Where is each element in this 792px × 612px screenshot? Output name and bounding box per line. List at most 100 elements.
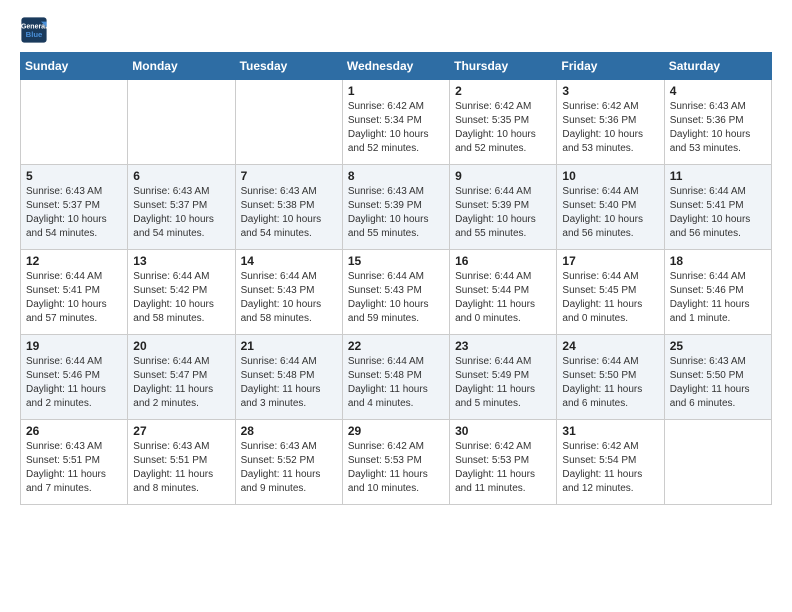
calendar-cell: 15 Sunrise: 6:44 AM Sunset: 5:43 PM Dayli… xyxy=(342,250,449,335)
day-info: Sunrise: 6:44 AM Sunset: 5:48 PM Dayligh… xyxy=(241,355,337,411)
calendar-row-4: 19Sunrise: 6:44 AM Sunset: 5:46 PM Dayli… xyxy=(21,335,772,420)
calendar-cell: 7 Sunrise: 6:43 AM Sunset: 5:38 PM Daylig… xyxy=(235,165,342,250)
day-number: 7 xyxy=(241,169,337,183)
calendar-cell: 24Sunrise: 6:44 AM Sunset: 5:50 PM Dayli… xyxy=(557,335,664,420)
calendar-cell: 22 Sunrise: 6:44 AM Sunset: 5:48 PM Dayli… xyxy=(342,335,449,420)
day-info: Sunrise: 6:43 AM Sunset: 5:51 PM Dayligh… xyxy=(26,440,122,496)
day-number: 23 xyxy=(455,339,551,353)
header: General Blue xyxy=(20,16,772,44)
logo: General Blue xyxy=(20,16,48,44)
calendar-cell xyxy=(128,80,235,165)
calendar-cell: 29 Sunrise: 6:42 AM Sunset: 5:53 PM Dayli… xyxy=(342,420,449,505)
day-info: Sunrise: 6:42 AM Sunset: 5:53 PM Dayligh… xyxy=(455,440,551,496)
page-container: General Blue SundayMondayTuesdayWednesda… xyxy=(0,0,792,517)
day-number: 30 xyxy=(455,424,551,438)
weekday-header-monday: Monday xyxy=(128,53,235,80)
calendar-cell: 12 Sunrise: 6:44 AM Sunset: 5:41 PM Dayli… xyxy=(21,250,128,335)
day-info: Sunrise: 6:44 AM Sunset: 5:44 PM Dayligh… xyxy=(455,270,551,326)
day-number: 28 xyxy=(241,424,337,438)
day-info: Sunrise: 6:43 AM Sunset: 5:52 PM Dayligh… xyxy=(241,440,337,496)
calendar-cell: 30 Sunrise: 6:42 AM Sunset: 5:53 PM Dayli… xyxy=(450,420,557,505)
weekday-header-wednesday: Wednesday xyxy=(342,53,449,80)
day-number: 22 xyxy=(348,339,444,353)
day-info: Sunrise: 6:44 AM Sunset: 5:45 PM Dayligh… xyxy=(562,270,658,326)
day-number: 12 xyxy=(26,254,122,268)
day-number: 25 xyxy=(670,339,766,353)
calendar-table: SundayMondayTuesdayWednesdayThursdayFrid… xyxy=(20,52,772,505)
calendar-cell: 6 Sunrise: 6:43 AM Sunset: 5:37 PM Daylig… xyxy=(128,165,235,250)
svg-text:Blue: Blue xyxy=(26,30,43,39)
calendar-cell: 2 Sunrise: 6:42 AM Sunset: 5:35 PM Daylig… xyxy=(450,80,557,165)
day-number: 8 xyxy=(348,169,444,183)
calendar-cell: 18 Sunrise: 6:44 AM Sunset: 5:46 PM Dayli… xyxy=(664,250,771,335)
day-info: Sunrise: 6:44 AM Sunset: 5:39 PM Dayligh… xyxy=(455,185,551,241)
calendar-cell: 20Sunrise: 6:44 AM Sunset: 5:47 PM Dayli… xyxy=(128,335,235,420)
day-number: 9 xyxy=(455,169,551,183)
calendar-cell: 13Sunrise: 6:44 AM Sunset: 5:42 PM Dayli… xyxy=(128,250,235,335)
calendar-cell: 16 Sunrise: 6:44 AM Sunset: 5:44 PM Dayli… xyxy=(450,250,557,335)
day-number: 16 xyxy=(455,254,551,268)
calendar-cell: 10Sunrise: 6:44 AM Sunset: 5:40 PM Dayli… xyxy=(557,165,664,250)
day-info: Sunrise: 6:44 AM Sunset: 5:41 PM Dayligh… xyxy=(26,270,122,326)
calendar-row-2: 5 Sunrise: 6:43 AM Sunset: 5:37 PM Daylig… xyxy=(21,165,772,250)
calendar-row-1: 1 Sunrise: 6:42 AM Sunset: 5:34 PM Daylig… xyxy=(21,80,772,165)
day-info: Sunrise: 6:44 AM Sunset: 5:46 PM Dayligh… xyxy=(670,270,766,326)
day-number: 17 xyxy=(562,254,658,268)
day-number: 27 xyxy=(133,424,229,438)
day-number: 3 xyxy=(562,84,658,98)
day-info: Sunrise: 6:42 AM Sunset: 5:35 PM Dayligh… xyxy=(455,100,551,156)
day-number: 6 xyxy=(133,169,229,183)
weekday-header-friday: Friday xyxy=(557,53,664,80)
calendar-cell: 25 Sunrise: 6:43 AM Sunset: 5:50 PM Dayli… xyxy=(664,335,771,420)
day-number: 21 xyxy=(241,339,337,353)
calendar-cell xyxy=(21,80,128,165)
calendar-cell: 31Sunrise: 6:42 AM Sunset: 5:54 PM Dayli… xyxy=(557,420,664,505)
day-info: Sunrise: 6:43 AM Sunset: 5:39 PM Dayligh… xyxy=(348,185,444,241)
day-number: 14 xyxy=(241,254,337,268)
calendar-cell: 26 Sunrise: 6:43 AM Sunset: 5:51 PM Dayli… xyxy=(21,420,128,505)
day-info: Sunrise: 6:43 AM Sunset: 5:38 PM Dayligh… xyxy=(241,185,337,241)
day-info: Sunrise: 6:44 AM Sunset: 5:42 PM Dayligh… xyxy=(133,270,229,326)
calendar-cell: 14 Sunrise: 6:44 AM Sunset: 5:43 PM Dayli… xyxy=(235,250,342,335)
day-info: Sunrise: 6:42 AM Sunset: 5:34 PM Dayligh… xyxy=(348,100,444,156)
day-number: 11 xyxy=(670,169,766,183)
weekday-header-tuesday: Tuesday xyxy=(235,53,342,80)
day-info: Sunrise: 6:44 AM Sunset: 5:46 PM Dayligh… xyxy=(26,355,122,411)
day-info: Sunrise: 6:42 AM Sunset: 5:53 PM Dayligh… xyxy=(348,440,444,496)
day-number: 18 xyxy=(670,254,766,268)
day-info: Sunrise: 6:43 AM Sunset: 5:37 PM Dayligh… xyxy=(133,185,229,241)
calendar-cell: 27 Sunrise: 6:43 AM Sunset: 5:51 PM Dayli… xyxy=(128,420,235,505)
calendar-cell: 17 Sunrise: 6:44 AM Sunset: 5:45 PM Dayli… xyxy=(557,250,664,335)
day-number: 5 xyxy=(26,169,122,183)
calendar-cell: 21 Sunrise: 6:44 AM Sunset: 5:48 PM Dayli… xyxy=(235,335,342,420)
day-number: 29 xyxy=(348,424,444,438)
calendar-cell xyxy=(235,80,342,165)
day-number: 26 xyxy=(26,424,122,438)
calendar-cell: 1 Sunrise: 6:42 AM Sunset: 5:34 PM Daylig… xyxy=(342,80,449,165)
day-number: 4 xyxy=(670,84,766,98)
weekday-header-sunday: Sunday xyxy=(21,53,128,80)
weekday-header-thursday: Thursday xyxy=(450,53,557,80)
calendar-row-5: 26 Sunrise: 6:43 AM Sunset: 5:51 PM Dayli… xyxy=(21,420,772,505)
day-number: 31 xyxy=(562,424,658,438)
calendar-cell: 9 Sunrise: 6:44 AM Sunset: 5:39 PM Daylig… xyxy=(450,165,557,250)
day-info: Sunrise: 6:44 AM Sunset: 5:47 PM Dayligh… xyxy=(133,355,229,411)
day-number: 2 xyxy=(455,84,551,98)
day-info: Sunrise: 6:43 AM Sunset: 5:51 PM Dayligh… xyxy=(133,440,229,496)
weekday-header-saturday: Saturday xyxy=(664,53,771,80)
day-info: Sunrise: 6:43 AM Sunset: 5:36 PM Dayligh… xyxy=(670,100,766,156)
calendar-cell: 28 Sunrise: 6:43 AM Sunset: 5:52 PM Dayli… xyxy=(235,420,342,505)
calendar-cell: 3Sunrise: 6:42 AM Sunset: 5:36 PM Daylig… xyxy=(557,80,664,165)
calendar-cell: 19Sunrise: 6:44 AM Sunset: 5:46 PM Dayli… xyxy=(21,335,128,420)
calendar-cell: 23Sunrise: 6:44 AM Sunset: 5:49 PM Dayli… xyxy=(450,335,557,420)
day-number: 1 xyxy=(348,84,444,98)
day-info: Sunrise: 6:43 AM Sunset: 5:50 PM Dayligh… xyxy=(670,355,766,411)
calendar-cell: 11Sunrise: 6:44 AM Sunset: 5:41 PM Dayli… xyxy=(664,165,771,250)
calendar-row-3: 12 Sunrise: 6:44 AM Sunset: 5:41 PM Dayli… xyxy=(21,250,772,335)
day-info: Sunrise: 6:44 AM Sunset: 5:48 PM Dayligh… xyxy=(348,355,444,411)
day-info: Sunrise: 6:44 AM Sunset: 5:43 PM Dayligh… xyxy=(241,270,337,326)
day-number: 15 xyxy=(348,254,444,268)
calendar-cell: 4 Sunrise: 6:43 AM Sunset: 5:36 PM Daylig… xyxy=(664,80,771,165)
day-info: Sunrise: 6:44 AM Sunset: 5:43 PM Dayligh… xyxy=(348,270,444,326)
weekday-header-row: SundayMondayTuesdayWednesdayThursdayFrid… xyxy=(21,53,772,80)
